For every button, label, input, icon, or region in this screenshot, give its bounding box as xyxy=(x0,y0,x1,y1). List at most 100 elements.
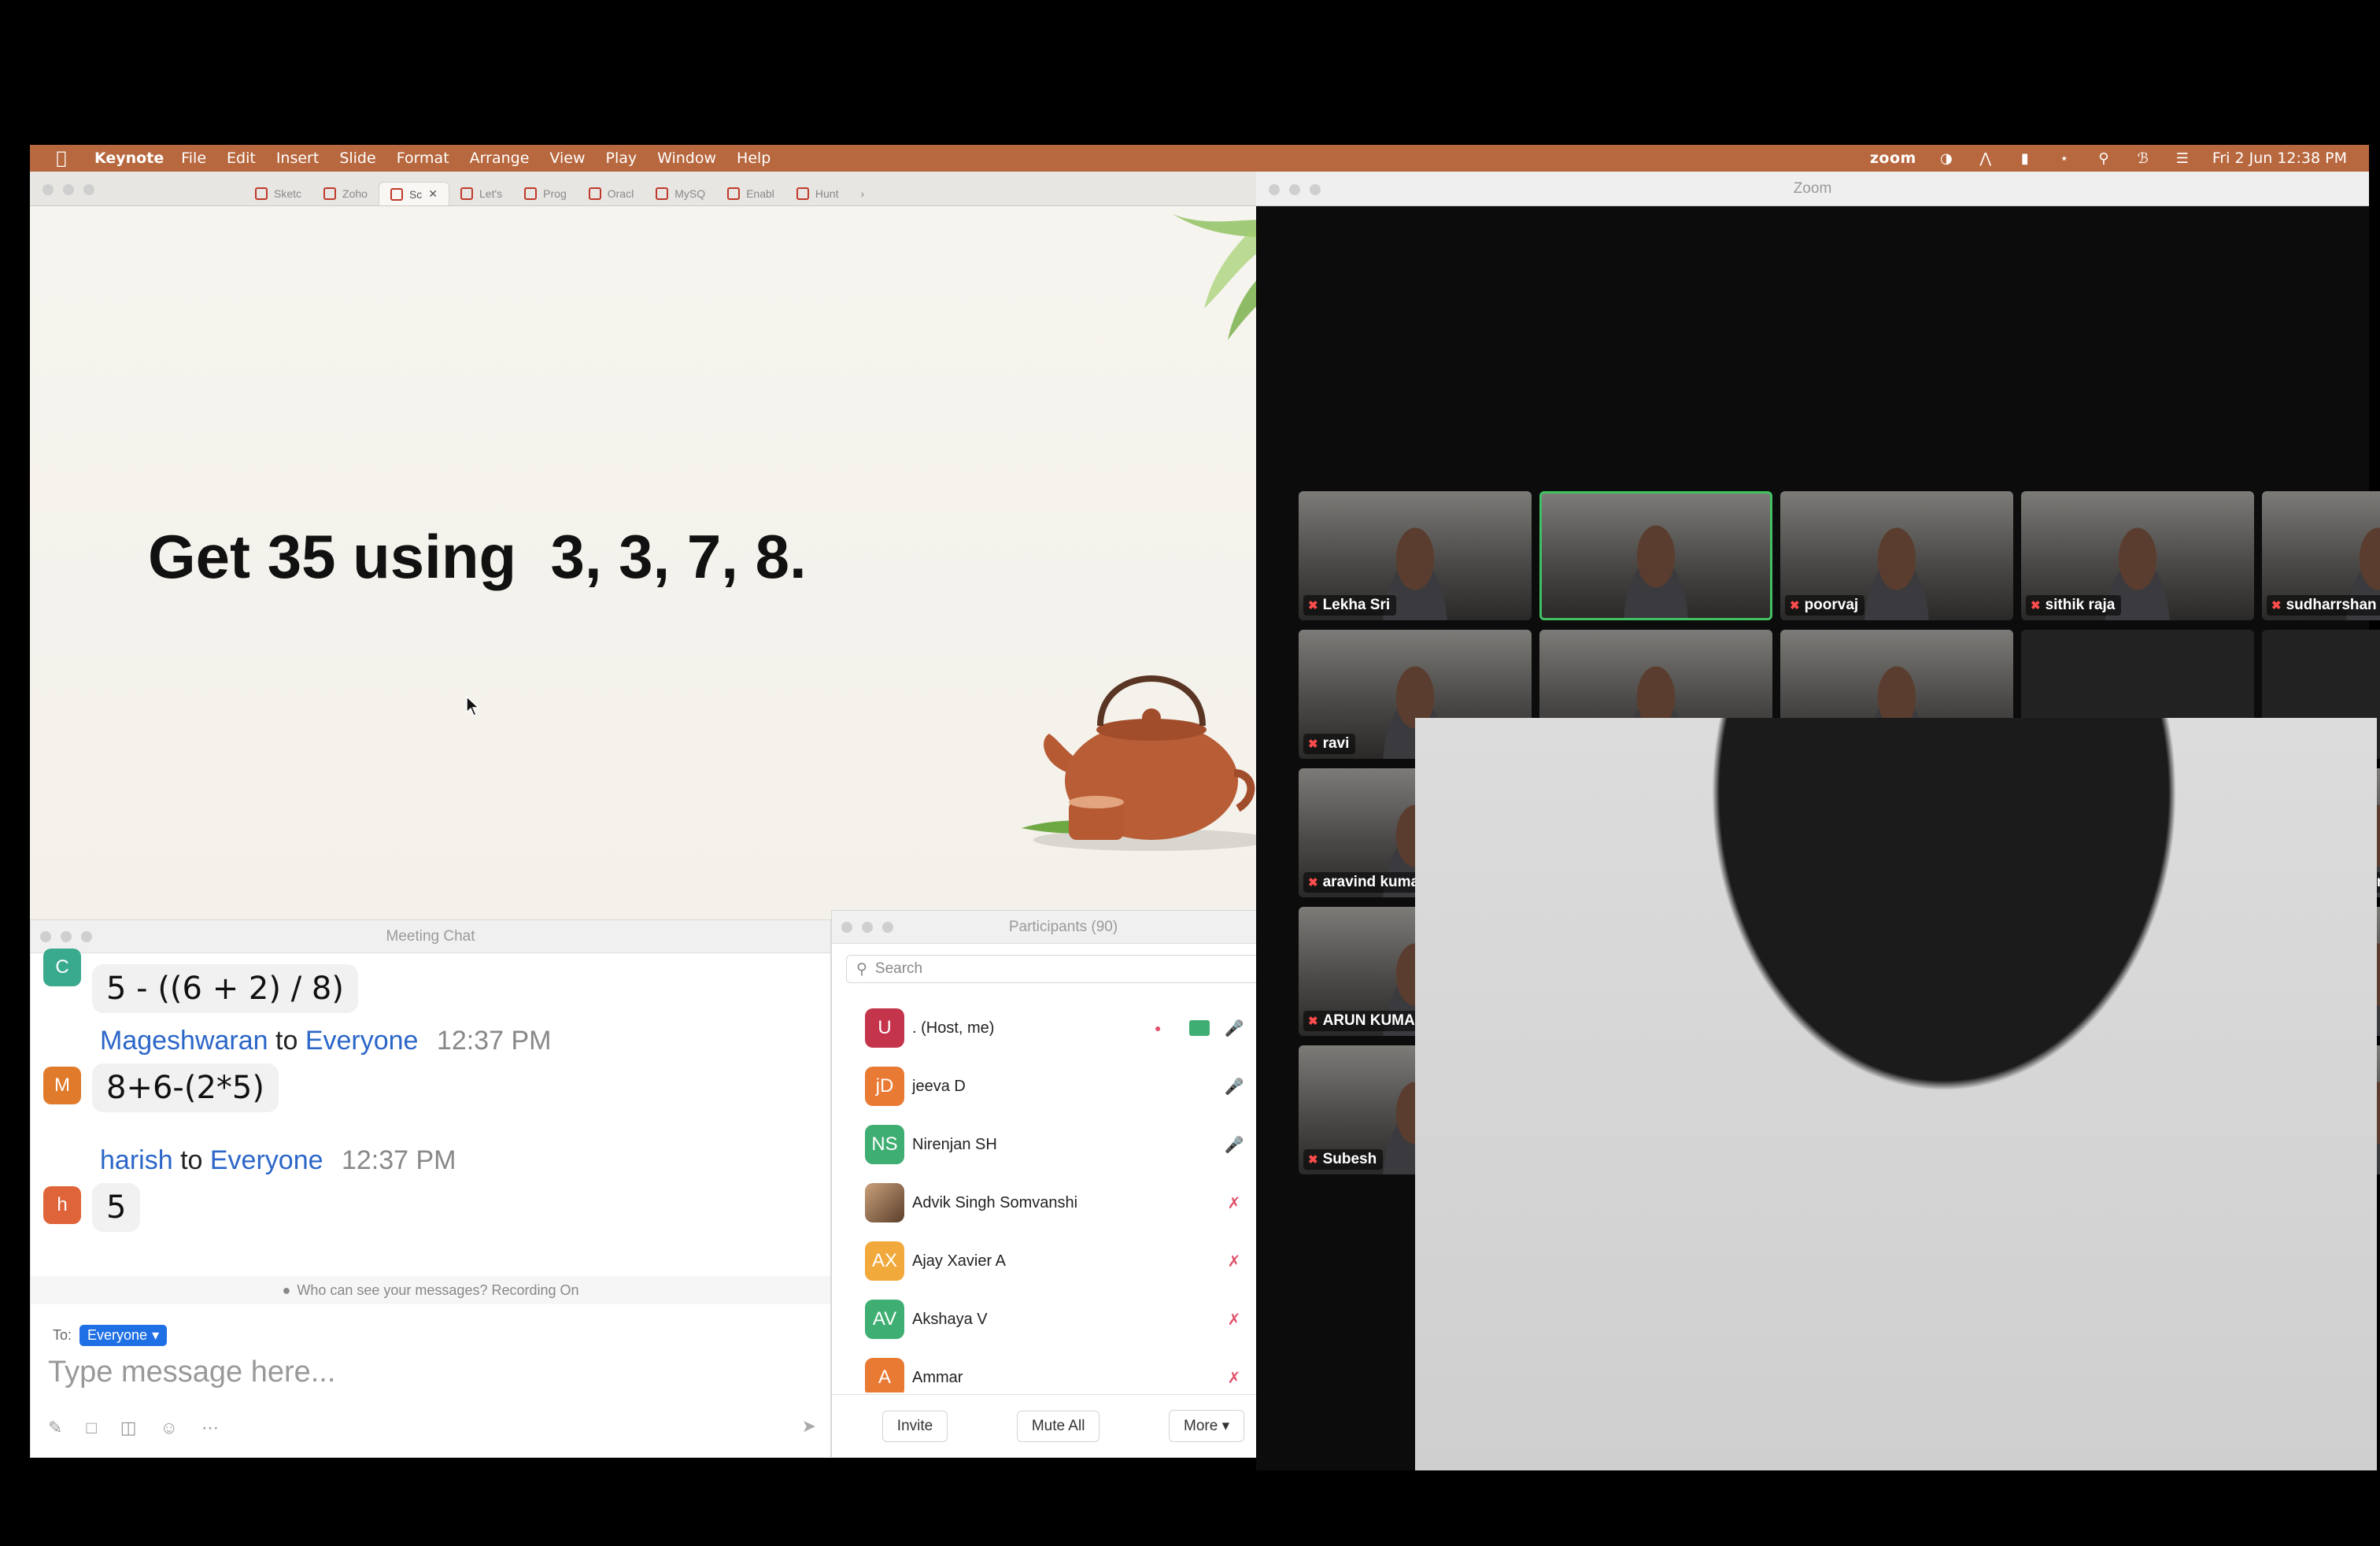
menu-app-name[interactable]: Keynote xyxy=(94,150,164,167)
tab-4[interactable]: Let's xyxy=(449,182,513,205)
microphone-icon[interactable]: 🎤 xyxy=(1225,1134,1244,1156)
participant-list[interactable]: U . (Host, me) ● 🎤 ▣ jD jeeva D 🎤 ▣ NS N… xyxy=(832,999,1295,1393)
window-controls[interactable] xyxy=(42,184,94,195)
apple-icon[interactable]:  xyxy=(44,149,79,168)
screenshot-icon[interactable]: □ xyxy=(86,1418,96,1438)
chat-recipient[interactable]: Everyone xyxy=(305,1026,419,1056)
tab-9[interactable]: Hunt xyxy=(785,182,850,205)
window-controls[interactable] xyxy=(1269,184,1321,195)
menu-edit[interactable]: Edit xyxy=(227,150,256,167)
microphone-muted-icon[interactable]: ✗ xyxy=(1225,1367,1243,1389)
chat-visibility-notice[interactable]: ● Who can see your messages? Recording O… xyxy=(31,1276,830,1304)
microphone-icon[interactable]: 🎤 xyxy=(1225,1075,1244,1097)
participant-name: Nirenjan SH xyxy=(912,1135,997,1153)
more-button[interactable]: More ▾ xyxy=(1169,1410,1245,1442)
menu-window[interactable]: Window xyxy=(657,150,716,167)
format-icon[interactable]: ✎ xyxy=(48,1418,62,1438)
control-center-icon[interactable]: ☰ xyxy=(2173,150,2192,167)
microphone-muted-icon: ✖ xyxy=(1308,1153,1318,1167)
sync-icon[interactable]: ⋀ xyxy=(1976,150,1995,167)
tab-scroll-right-icon[interactable]: › xyxy=(849,182,875,205)
file-icon[interactable]: ◫ xyxy=(120,1418,137,1438)
microphone-muted-icon[interactable]: ✗ xyxy=(1225,1250,1243,1272)
video-tile[interactable]: ✖ sithik raja xyxy=(2021,491,2254,620)
chat-sender-name[interactable]: harish xyxy=(100,1145,173,1175)
window-controls[interactable] xyxy=(40,931,92,942)
video-tile[interactable]: ✖ poorvaj xyxy=(1780,491,2013,620)
chat-to-word: to xyxy=(180,1145,203,1175)
bluetooth-icon[interactable]: ℬ xyxy=(2134,150,2153,167)
recipient-dropdown[interactable]: Everyone ▾ xyxy=(79,1325,168,1346)
microphone-muted-icon: ✖ xyxy=(1308,1015,1318,1028)
avatar: M xyxy=(43,1067,81,1104)
tab-favicon-icon xyxy=(460,187,474,200)
tile-name-label: ✖ aravind kumar xyxy=(1303,872,1432,893)
more-icon[interactable]: ⋯ xyxy=(201,1418,219,1438)
participants-window: Participants (90) ⚲ Search U . (Host, me… xyxy=(831,910,1295,1458)
video-tile[interactable] xyxy=(1539,491,1772,620)
menubar-datetime[interactable]: Fri 2 Jun 12:38 PM xyxy=(2212,150,2347,167)
mouse-pointer-icon xyxy=(466,696,480,716)
microphone-muted-icon: ✖ xyxy=(1308,738,1318,751)
search-icon[interactable]: ⚲ xyxy=(2094,150,2113,167)
mute-all-button[interactable]: Mute All xyxy=(1016,1410,1100,1442)
tab-close-icon[interactable]: ✕ xyxy=(428,187,438,201)
chat-message-input[interactable] xyxy=(48,1352,804,1393)
battery-icon[interactable]: ▮ xyxy=(2016,150,2034,167)
tab-favicon-icon xyxy=(588,187,601,200)
participants-search[interactable]: ⚲ Search xyxy=(846,955,1282,983)
menu-view[interactable]: View xyxy=(549,150,585,167)
slide-canvas[interactable]: Get 35 using 3, 3, 7, 8. xyxy=(30,206,1299,919)
chat-recipient-row: To: Everyone ▾ xyxy=(53,1325,168,1346)
participant-row[interactable]: AX Ajay Xavier A ✗ ▣ xyxy=(832,1232,1295,1290)
chat-sender-name[interactable]: Mageshwaran xyxy=(100,1026,268,1056)
participant-row[interactable]: AV Akshaya V ✗ ▣ xyxy=(832,1290,1295,1348)
tab-favicon-icon xyxy=(524,187,538,200)
chat-recipient[interactable]: Everyone xyxy=(210,1145,323,1175)
recording-icon: ● xyxy=(1155,1022,1162,1034)
microphone-icon[interactable]: 🎤 xyxy=(1225,1017,1244,1039)
menu-help[interactable]: Help xyxy=(737,150,771,167)
video-tile[interactable]: ✖ sudharrshan xyxy=(2262,491,2380,620)
participant-row[interactable]: NS Nirenjan SH 🎤 ▣ xyxy=(832,1115,1295,1174)
participant-name: Ajay Xavier A xyxy=(912,1252,1006,1270)
zoom-menubar-label[interactable]: zoom xyxy=(1870,150,1916,167)
menu-file[interactable]: File xyxy=(181,150,206,167)
wifi-icon[interactable]: ⋆ xyxy=(2055,150,2074,167)
chat-to-word: to xyxy=(275,1026,298,1056)
participant-row[interactable]: Advik Singh Somvanshi ✗ ▣ xyxy=(832,1174,1295,1232)
menu-bar:  Keynote File Edit Insert Slide Format … xyxy=(30,145,2369,172)
meeting-chat-window: Meeting Chat C 5 - ((6 + 2) / 8) Mageshw… xyxy=(30,919,831,1458)
tab-7[interactable]: MySQ xyxy=(645,182,716,205)
menu-arrange[interactable]: Arrange xyxy=(470,150,530,167)
tab-5[interactable]: Prog xyxy=(513,182,578,205)
avatar: U xyxy=(865,1008,904,1048)
menu-insert[interactable]: Insert xyxy=(276,150,320,167)
menu-slide[interactable]: Slide xyxy=(339,150,375,167)
window-controls[interactable] xyxy=(841,922,893,933)
presenter-video[interactable] xyxy=(1415,718,2377,1470)
menu-play[interactable]: Play xyxy=(605,150,637,167)
tab-1[interactable]: Sketc xyxy=(244,182,312,205)
send-icon[interactable]: ➤ xyxy=(802,1416,816,1437)
menu-format[interactable]: Format xyxy=(397,150,449,167)
participant-video-image xyxy=(1609,523,1703,618)
zoom-status-icon[interactable]: ◑ xyxy=(1937,150,1956,167)
microphone-muted-icon[interactable]: ✗ xyxy=(1225,1192,1243,1214)
participant-row[interactable]: U . (Host, me) ● 🎤 ▣ xyxy=(832,999,1295,1057)
video-tile[interactable]: ✖ Lekha Sri xyxy=(1299,491,1532,620)
microphone-muted-icon: ✖ xyxy=(1790,599,1800,612)
participant-row[interactable]: jD jeeva D 🎤 ▣ xyxy=(832,1057,1295,1115)
tab-6[interactable]: Oracl xyxy=(578,182,645,205)
tab-favicon-icon xyxy=(390,187,403,201)
tab-8[interactable]: Enabl xyxy=(716,182,785,205)
participant-row[interactable]: A Ammar ✗ ▣ xyxy=(832,1348,1295,1393)
emoji-icon[interactable]: ☺ xyxy=(161,1418,178,1438)
invite-button[interactable]: Invite xyxy=(881,1410,948,1442)
microphone-muted-icon[interactable]: ✗ xyxy=(1225,1308,1243,1330)
tab-3-active[interactable]: Sc ✕ xyxy=(378,182,450,205)
participant-name: Subesh xyxy=(1322,1151,1377,1167)
chat-time: 12:37 PM xyxy=(341,1145,456,1175)
chat-title: Meeting Chat xyxy=(386,927,475,945)
tab-2[interactable]: Zoho xyxy=(312,182,379,205)
